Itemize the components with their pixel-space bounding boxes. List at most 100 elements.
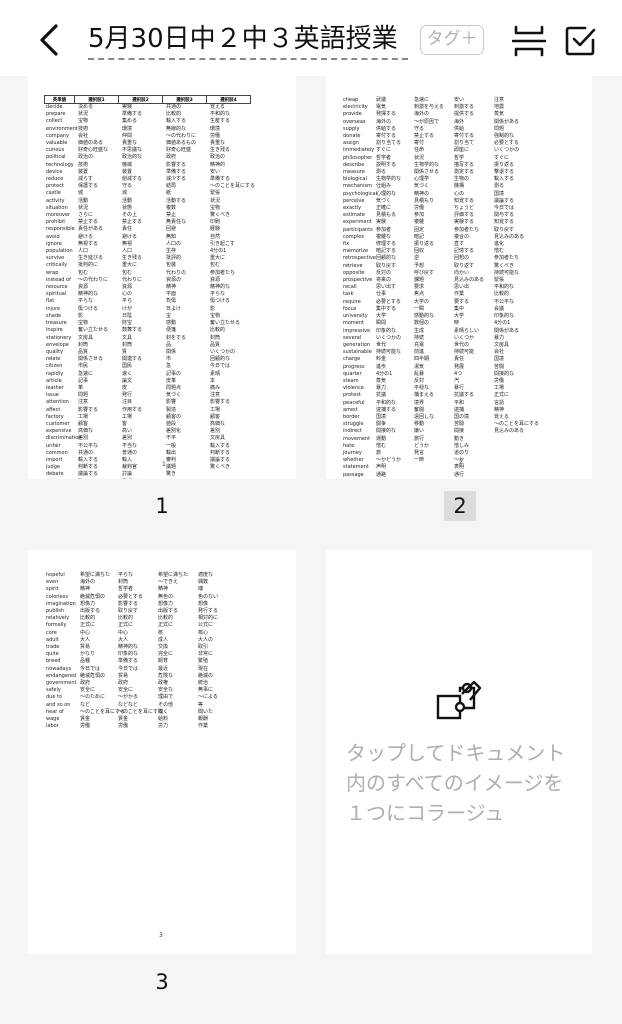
word-cell: 予想 xyxy=(414,262,425,269)
word-cell: overseas xyxy=(343,118,366,125)
word-cell: 輸入する xyxy=(166,118,187,125)
word-cell: hate xyxy=(343,442,355,449)
word-column: 平らな 封筒 哲学者 必要とする 影響する 取り戻す 比較的 正式に 中心 大人 精神的な 印象的な準… xyxy=(118,572,163,730)
select-button[interactable] xyxy=(563,24,597,58)
word-cell: 品 xyxy=(166,341,172,348)
word-cell: 装置 xyxy=(122,168,133,175)
word-cell: fix xyxy=(343,241,350,248)
word-cell: 提供する xyxy=(454,111,475,118)
word-cell: breed xyxy=(46,658,61,665)
word-cell: debate xyxy=(46,471,64,478)
split-view-button[interactable] xyxy=(511,24,547,58)
word-cell: 無知 xyxy=(166,233,177,240)
word-cell: 核 xyxy=(158,629,164,636)
chevron-left-icon xyxy=(40,24,58,56)
word-cell: spirit xyxy=(46,586,59,593)
word-cell: situation xyxy=(46,204,68,211)
word-cell: affect xyxy=(46,406,61,413)
word-cell: government xyxy=(46,680,77,687)
word-cell: 反対の xyxy=(376,269,392,276)
word-cell: leather xyxy=(46,384,64,391)
word-cell: 文房具 xyxy=(210,435,226,442)
word-cell: 見積もり xyxy=(414,197,435,204)
word-cell: 回避 xyxy=(166,226,177,233)
word-cell: 言語 xyxy=(494,399,505,406)
word-cell: prospective xyxy=(343,277,373,284)
back-button[interactable] xyxy=(34,22,66,58)
word-cell: 要する xyxy=(454,298,470,305)
word-cell: 議論する xyxy=(494,197,515,204)
word-cell: 資源 xyxy=(210,276,221,283)
word-cell: 料金 xyxy=(376,356,387,363)
word-cell: curious xyxy=(46,147,65,154)
word-cell: 本 xyxy=(210,377,216,384)
word-cell: 無色の xyxy=(158,593,174,600)
word-cell: 政治的な xyxy=(122,154,143,161)
word-cell: 国境 xyxy=(494,190,505,197)
word-cell: nowadays xyxy=(46,665,72,672)
word-cell: judge xyxy=(46,464,60,471)
page-label-3: 3 xyxy=(155,970,169,994)
word-cell: 間接 xyxy=(454,428,465,435)
word-cell: 魂 xyxy=(198,586,204,593)
word-cell: 重大に xyxy=(122,262,138,269)
word-cell: 参加者 xyxy=(376,226,392,233)
word-cell: 向かい xyxy=(454,269,470,276)
word-cell: 比較的 xyxy=(494,291,510,298)
word-cell: 避ける xyxy=(122,233,138,240)
page-thumbnail-1[interactable]: 英単語 選択肢1 選択肢2 選択肢3 選択肢4 decide prepare col… xyxy=(28,75,296,479)
word-cell: 振り返る xyxy=(494,161,515,168)
word-cell: 進歩 xyxy=(376,363,387,370)
word-cell: 取り戻す xyxy=(494,226,515,233)
word-cell: 間接的な xyxy=(376,428,397,435)
word-cell: 持続可能な xyxy=(494,269,520,276)
word-cell: participants xyxy=(343,226,373,233)
word-cell: electricity xyxy=(343,104,368,111)
word-cell: 〜のことを耳にする xyxy=(210,183,256,190)
word-cell: 環境 xyxy=(122,125,133,132)
word-cell: 乱暴 xyxy=(414,370,425,377)
word-cell: 集中 xyxy=(454,305,465,312)
page-thumbnail-2[interactable]: cheap electricity provide overseas supply don… xyxy=(326,75,592,479)
word-cell: 鼓舞する xyxy=(122,327,143,334)
collage-card[interactable]: タップしてドキュメント内のすべてのイメージを１つにコラージュ xyxy=(326,550,592,954)
word-cell: 奮闘 xyxy=(414,406,425,413)
word-cell: measure xyxy=(343,169,365,176)
word-cell: 宝物 xyxy=(210,204,221,211)
word-cell: その他 xyxy=(158,701,174,708)
word-cell: 驚くべき xyxy=(210,464,231,471)
add-tag-button[interactable]: タグ＋ xyxy=(420,25,484,55)
word-cell: 焦点 xyxy=(414,291,425,298)
word-cell: 仕組み xyxy=(376,183,392,190)
word-cell: 即座に xyxy=(454,147,470,154)
word-cell: 旅行 xyxy=(414,435,425,442)
word-cell: 革 xyxy=(78,384,84,391)
word-cell: protest xyxy=(343,392,361,399)
word-cell: cheap xyxy=(343,97,359,103)
word-cell: 必要とする xyxy=(376,298,401,305)
word-cell: 封筒 xyxy=(122,341,133,348)
word-cell: 封をする xyxy=(166,334,187,341)
word-cell: 宝 xyxy=(166,312,172,319)
word-cell: 不当な xyxy=(122,442,138,449)
word-cell: 集中する xyxy=(376,305,397,312)
word-cell: 日よけ xyxy=(166,305,182,312)
word-cell: 心の xyxy=(122,291,133,298)
word-cell: 労力 xyxy=(158,723,169,730)
word-cell: 複雑 xyxy=(414,219,425,226)
word-cell: 市民 xyxy=(78,363,89,370)
word-cell: 大人の xyxy=(198,636,214,643)
word-cell: 蒸気 xyxy=(494,111,505,118)
word-cell: whether xyxy=(343,457,364,464)
word-cell: 聞く xyxy=(158,708,169,715)
word-cell: quality xyxy=(46,348,64,355)
page-thumbnail-3[interactable]: hopeful even spirit colorless imagination pub… xyxy=(28,550,296,954)
document-title[interactable]: 5月30日中２中３英語授業 xyxy=(88,20,408,60)
word-column: 武議 電気 発揮する 海外の 供給する 寄付する 割り当てる すぐに 哲学者 説明する 測る 生物学的… xyxy=(376,97,401,479)
top-bar: 5月30日中２中３英語授業 タグ＋ xyxy=(0,0,622,76)
word-cell: 顧客 xyxy=(210,413,221,420)
word-cell: 精神 xyxy=(166,284,177,291)
word-cell: 割り当てる xyxy=(376,140,402,147)
word-cell: discrimination xyxy=(46,435,82,442)
word-cell: 等 xyxy=(198,701,204,708)
